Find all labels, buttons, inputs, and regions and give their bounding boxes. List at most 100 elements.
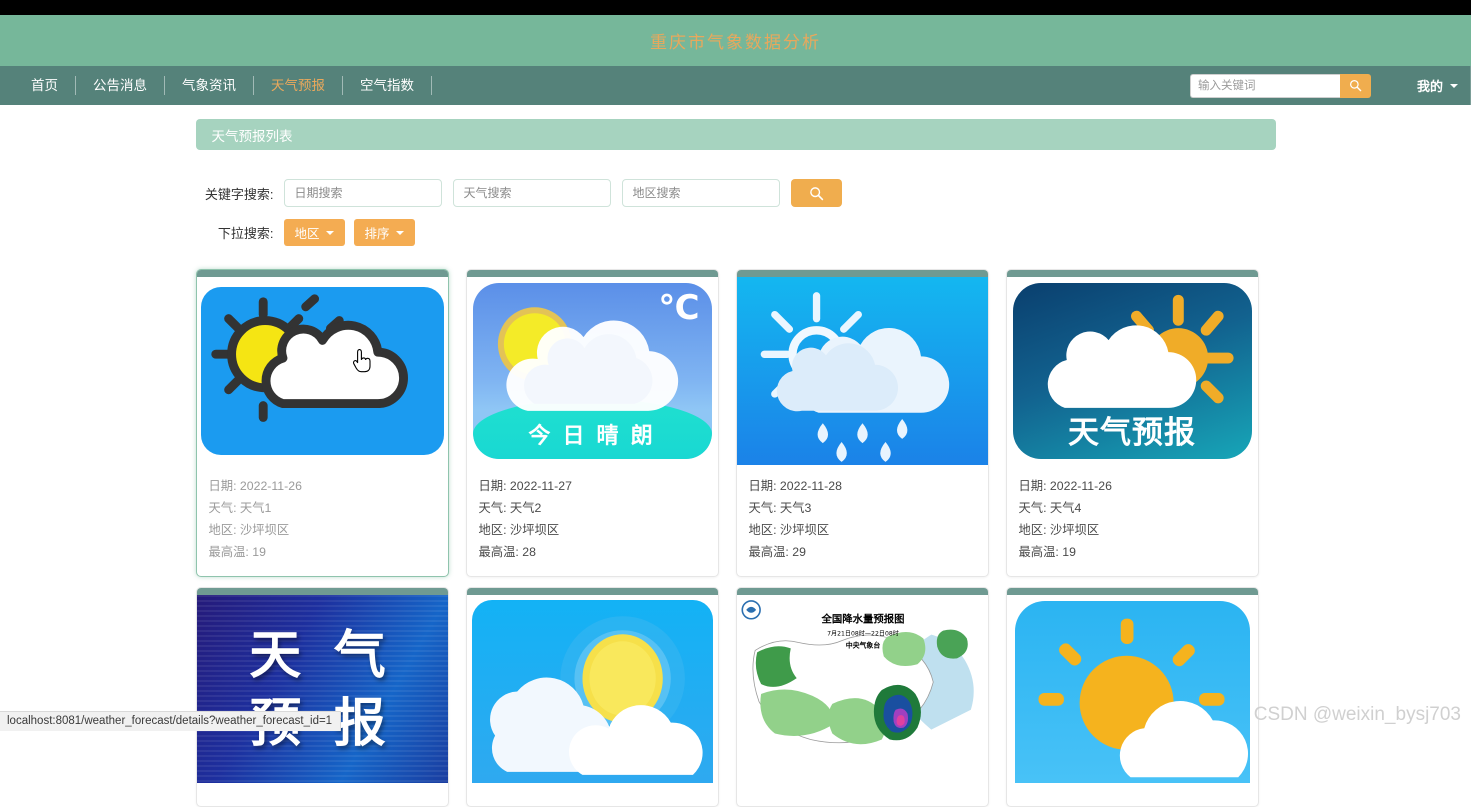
- global-search-button[interactable]: [1339, 73, 1371, 98]
- forecast-card[interactable]: ℃ 今 日 晴 朗 日期: 2022-11-27 天气: 天气2 地区: 沙坪坝…: [465, 269, 719, 577]
- card-weather: 天气: 天气3: [748, 501, 812, 515]
- navbar-right: 我的: [1189, 66, 1471, 105]
- dropdown-filter-label: 下拉搜索:: [217, 226, 274, 241]
- sort-dropdown-button[interactable]: 排序: [353, 219, 415, 246]
- card-date: 日期: 2022-11-26: [1018, 479, 1112, 493]
- search-icon: [1350, 80, 1362, 92]
- chevron-down-icon: [395, 230, 404, 235]
- keyword-filter-row: 关键字搜索:: [196, 179, 1276, 207]
- card-body: 日期: 2022-11-28 天气: 天气3 地区: 沙坪坝区 最高温: 29: [737, 465, 988, 576]
- card-region: 地区: 沙坪坝区: [208, 523, 290, 537]
- account-menu-label: 我的: [1416, 79, 1443, 94]
- card-image: [196, 277, 448, 465]
- forecast-card[interactable]: [1005, 587, 1259, 807]
- card-weather: 天气: 天气4: [1018, 501, 1082, 515]
- card-top-strip: [736, 588, 988, 595]
- status-bar-url: localhost:8081/weather_forecast/details?…: [0, 711, 342, 731]
- card-body: 日期: 2022-11-26 天气: 天气1 地区: 沙坪坝区 最高温: 19: [197, 465, 448, 576]
- card-region: 地区: 沙坪坝区: [748, 523, 830, 537]
- forecast-card-grid: 日期: 2022-11-26 天气: 天气1 地区: 沙坪坝区 最高温: 19: [195, 269, 1276, 807]
- card-image: [466, 595, 718, 783]
- nav-item-air-index[interactable]: 空气指数: [343, 76, 431, 96]
- nav-item-weather-news[interactable]: 气象资讯: [165, 76, 253, 96]
- region-dropdown-label: 地区: [294, 227, 320, 241]
- card-date: 日期: 2022-11-27: [478, 479, 572, 493]
- global-search: [1189, 73, 1371, 98]
- date-search-input[interactable]: [283, 179, 442, 207]
- big-sun-cloud-icon: [1038, 618, 1248, 778]
- panel-title: 天气预报列表: [211, 128, 293, 144]
- card-image: [736, 277, 988, 465]
- card-body: 日期: 2022-11-27 天气: 天气2 地区: 沙坪坝区 最高温: 28: [467, 465, 718, 576]
- card-body: 日期: 2022-11-26 天气: 天气4 地区: 沙坪坝区 最高温: 19: [1007, 465, 1258, 576]
- temperature-unit-badge: ℃: [658, 289, 700, 327]
- card-max-temp: 最高温: 19: [1018, 545, 1076, 559]
- card-top-strip: [736, 270, 988, 277]
- forecast-card[interactable]: [465, 587, 719, 807]
- forecast-card[interactable]: 日期: 2022-11-28 天气: 天气3 地区: 沙坪坝区 最高温: 29: [735, 269, 989, 577]
- panel-header: 天气预报列表: [195, 119, 1276, 150]
- region-dropdown-button[interactable]: 地区: [283, 219, 345, 246]
- global-search-input[interactable]: [1189, 73, 1340, 98]
- weather-search-input[interactable]: [452, 179, 611, 207]
- csdn-watermark: CSDN @weixin_bysj703: [1253, 704, 1461, 725]
- forecast-card[interactable]: 天 气 预 报: [195, 587, 449, 807]
- svg-text:7月21日08时—22日08时: 7月21日08时—22日08时: [827, 630, 899, 638]
- browser-chrome-strip: [0, 0, 1471, 15]
- rain-cloud-sun-icon: [760, 292, 949, 462]
- card-top-strip: [466, 270, 718, 277]
- card-top-strip: [196, 588, 448, 595]
- nav-divider: [431, 76, 432, 95]
- card-top-strip: [196, 270, 448, 277]
- card-image: 天气预报: [1006, 277, 1258, 465]
- card-region: 地区: 沙坪坝区: [478, 523, 560, 537]
- chevron-down-icon: [1450, 83, 1458, 88]
- card-top-strip: [1006, 588, 1258, 595]
- keyword-filter-label: 关键字搜索:: [204, 186, 274, 202]
- rainfall-map-icon: 全国降水量预报图 7月21日08时—22日08时 中央气象台: [736, 595, 988, 783]
- card-top-strip: [1006, 270, 1258, 277]
- site-banner: 重庆市气象数据分析: [0, 15, 1471, 66]
- region-search-input[interactable]: [621, 179, 780, 207]
- card-date: 日期: 2022-11-26: [208, 479, 302, 493]
- card-caption: 天气预报: [1068, 415, 1196, 450]
- svg-text:全国降水量预报图: 全国降水量预报图: [820, 613, 904, 626]
- dropdown-filter-row: 下拉搜索: 地区 排序: [196, 219, 1276, 246]
- forecast-card[interactable]: 天气预报 日期: 2022-11-26 天气: 天气4 地区: 沙坪坝区 最高温…: [1005, 269, 1259, 577]
- search-icon: [809, 186, 823, 200]
- forecast-card[interactable]: 日期: 2022-11-26 天气: 天气1 地区: 沙坪坝区 最高温: 19: [195, 269, 449, 577]
- card-body: [467, 783, 718, 806]
- card-max-temp: 最高温: 19: [208, 545, 266, 559]
- card-caption: 今 日 晴 朗: [528, 423, 656, 448]
- card-image: 全国降水量预报图 7月21日08时—22日08时 中央气象台: [736, 595, 988, 783]
- chevron-down-icon: [325, 230, 334, 235]
- card-weather: 天气: 天气1: [208, 501, 272, 515]
- card-body: [197, 783, 448, 806]
- nav-items: 首页 公告消息 气象资讯 天气预报 空气指数: [14, 76, 432, 96]
- sun-behind-clouds-icon: [489, 616, 703, 775]
- card-region: 地区: 沙坪坝区: [1018, 523, 1100, 537]
- card-body: [1007, 783, 1258, 806]
- card-image: ℃ 今 日 晴 朗: [466, 277, 718, 465]
- card-body: [737, 783, 988, 806]
- sort-dropdown-label: 排序: [364, 227, 390, 241]
- card-top-strip: [466, 588, 718, 595]
- card-date: 日期: 2022-11-28: [748, 479, 842, 493]
- site-title: 重庆市气象数据分析: [650, 33, 821, 52]
- svg-text:中央气象台: 中央气象台: [845, 640, 880, 649]
- main-content: 天气预报列表 关键字搜索: 下拉搜索: 地区 排序: [195, 105, 1276, 807]
- forecast-card[interactable]: 全国降水量预报图 7月21日08时—22日08时 中央气象台: [735, 587, 989, 807]
- sun-behind-cloud-icon: [210, 294, 408, 422]
- nav-item-home[interactable]: 首页: [14, 76, 75, 96]
- card-image: 天 气 预 报: [196, 595, 448, 783]
- card-image: [1006, 595, 1258, 783]
- nav-item-weather-forecast[interactable]: 天气预报: [254, 76, 342, 96]
- card-max-temp: 最高温: 29: [748, 545, 806, 559]
- card-weather: 天气: 天气2: [478, 501, 542, 515]
- nav-item-announcements[interactable]: 公告消息: [76, 76, 164, 96]
- card-max-temp: 最高温: 28: [478, 545, 536, 559]
- main-navbar: 首页 公告消息 气象资讯 天气预报 空气指数 我的: [0, 66, 1471, 105]
- filter-search-button[interactable]: [790, 179, 842, 207]
- card-caption: 天 气: [249, 627, 395, 685]
- account-menu[interactable]: 我的: [1417, 76, 1458, 95]
